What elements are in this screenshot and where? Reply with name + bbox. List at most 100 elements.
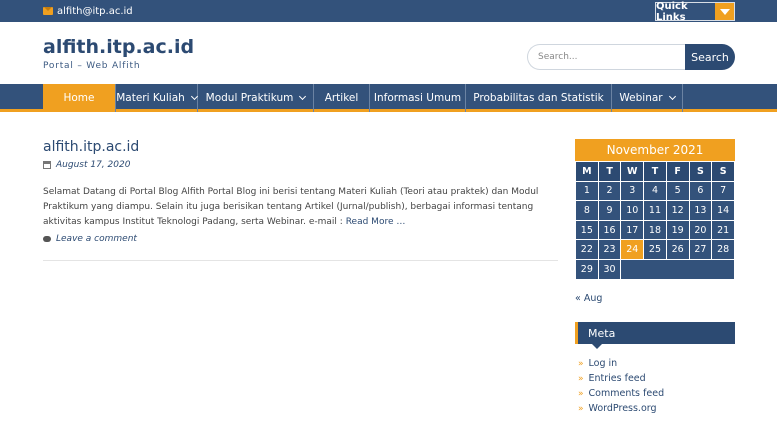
calendar-day: 10 [620,200,645,221]
nav-item-label[interactable]: Webinar [619,92,662,104]
meta-widget-title: Meta [575,322,735,349]
site-title[interactable]: alfith.itp.ac.id [43,36,194,58]
nav-item-informasi-umum[interactable]: Informasi Umum [369,84,465,112]
nav-item-modul-praktikum[interactable]: Modul Praktikum [197,84,313,112]
post-date-text[interactable]: August 17, 2020 [56,160,130,170]
email-text[interactable]: alfith@itp.ac.id [57,6,133,17]
calendar-day: 14 [711,200,735,221]
calendar-day: 11 [643,200,667,221]
meta-link-wordpress-org[interactable]: » WordPress.org [578,401,664,416]
calendar-weekday: W [620,161,645,182]
calendar-day: 28 [711,239,735,260]
calendar-day: 7 [711,180,735,202]
calendar-week-row: 1234567 [575,180,735,202]
search-button[interactable]: Search [685,44,735,70]
top-bar: alfith@itp.ac.id Quick Links [0,0,777,23]
meta-link-label[interactable]: Log in [589,358,618,369]
calendar-day: 6 [688,180,713,202]
calendar-week-row: 8 9 10 11 12 13 14 [575,200,735,221]
envelope-icon [43,7,53,15]
nav-item-label[interactable]: Home [63,92,94,104]
title-notch [592,344,602,349]
calendar-day: 13 [688,200,713,221]
calendar-day: 25 [643,239,667,260]
quick-links-dropdown-button[interactable] [715,3,734,20]
double-chevron-icon: » [578,403,583,414]
calendar-weekday: T [597,161,622,182]
main-navigation: Home Materi Kuliah Modul Praktikum Artikel I… [0,84,777,112]
calendar-day: 12 [665,200,690,221]
calendar-weekday: S [688,161,713,182]
search-input[interactable] [527,44,689,70]
post-divider [43,260,558,261]
meta-link-label[interactable]: Comments feed [589,388,665,399]
calendar-week-row: 29 30 [575,258,735,280]
double-chevron-icon: » [578,388,583,399]
calendar-weekday-row: MTWTFSS [575,161,735,182]
comment-link[interactable]: Leave a comment [56,234,137,244]
calendar-prev-month-link[interactable]: « Aug [575,293,602,304]
meta-title-text: Meta [588,326,616,340]
calendar-day: 15 [575,219,599,241]
calendar-day: 27 [688,239,713,260]
calendar-weekday: M [575,161,599,182]
post-title[interactable]: alfith.itp.ac.id [43,139,139,155]
double-chevron-icon: » [578,373,583,384]
caret-down-icon [719,8,730,15]
calendar-weekday: F [665,161,690,182]
calendar-day: 20 [688,219,713,241]
calendar-day: 9 [597,200,622,221]
nav-item-home[interactable]: Home [43,84,115,112]
post-date[interactable]: August 17, 2020 [43,160,130,170]
quick-links-label[interactable]: Quick Links [656,1,715,23]
read-more-link[interactable]: Read More … [346,217,406,227]
chevron-down-icon[interactable] [668,92,676,101]
quick-links-toggle[interactable]: Quick Links [655,1,735,23]
calendar-day: 5 [665,180,690,202]
nav-item-label[interactable]: Probabilitas dan Statistik [473,92,603,104]
contact-email[interactable]: alfith@itp.ac.id [43,4,133,18]
comment-icon [43,236,51,242]
calendar-day: 30 [597,258,622,280]
chevron-down-icon[interactable] [299,92,307,101]
site-description: Portal – Web Alfith [43,61,141,71]
nav-item-label[interactable]: Modul Praktikum [206,92,294,104]
calendar-empty-cell [620,258,735,280]
calendar-icon [43,161,51,169]
search-form: Search [527,44,735,70]
calendar-day: 1 [575,180,599,202]
meta-link-label[interactable]: Entries feed [589,373,646,384]
calendar-day: 21 [711,219,735,241]
calendar-day: 22 [575,239,599,260]
nav-item-artikel[interactable]: Artikel [313,84,369,112]
nav-menu: Home Materi Kuliah Modul Praktikum Artikel I… [43,84,683,112]
nav-item-materi-kuliah[interactable]: Materi Kuliah [115,84,198,112]
post-excerpt: Selamat Datang di Portal Blog Alfith Por… [43,185,563,230]
calendar-day: 19 [665,219,690,241]
nav-item-label[interactable]: Informasi Umum [374,92,461,104]
meta-link-label[interactable]: WordPress.org [589,403,657,414]
nav-item-label[interactable]: Artikel [325,92,359,104]
calendar-day: 18 [643,219,667,241]
calendar-day: 3 [620,180,645,202]
calendar-day: 4 [643,180,667,202]
calendar-week-row: 15 16 17 18 19 20 21 [575,219,735,241]
calendar-day: 2 [597,180,622,202]
calendar-caption: November 2021 [575,139,735,161]
calendar-week-row: 22 23 24 25 26 27 28 [575,239,735,260]
nav-item-label[interactable]: Materi Kuliah [116,92,185,104]
calendar-day: 8 [575,200,599,221]
post-excerpt-text: Selamat Datang di Portal Blog Alfith Por… [43,187,539,227]
meta-link-list: » Log in » Entries feed » Comments feed » WordP… [578,356,664,416]
nav-item-probabilitas-dan-statistik[interactable]: Probabilitas dan Statistik [465,84,611,112]
calendar-day-today: 24 [620,239,645,260]
meta-link-entries-feed[interactable]: » Entries feed [578,371,664,386]
post-comment[interactable]: Leave a comment [43,234,137,244]
double-chevron-icon: » [578,358,583,369]
nav-item-webinar[interactable]: Webinar [611,84,683,112]
meta-link-comments-feed[interactable]: » Comments feed [578,386,664,401]
calendar-widget: November 2021 MTWTFSS 1 2 3 4 5 6 7 8 9 10 11 12 13 1… [575,139,735,280]
meta-link-log-in[interactable]: » Log in [578,356,664,371]
calendar-weekday: S [711,161,735,182]
calendar-day: 17 [620,219,645,241]
